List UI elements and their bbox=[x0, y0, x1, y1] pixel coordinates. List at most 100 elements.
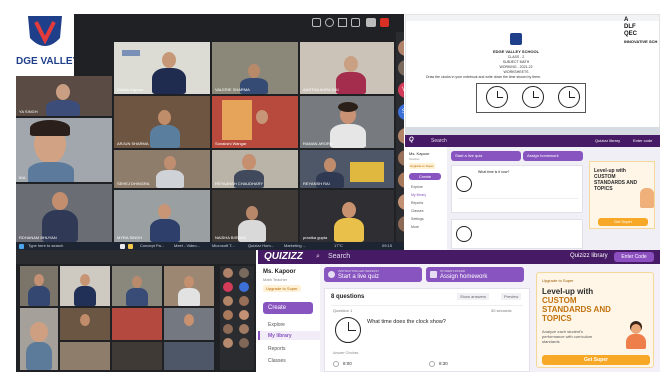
participant-thumb[interactable] bbox=[239, 338, 249, 348]
participant-tile[interactable] bbox=[60, 308, 110, 340]
participant-thumb[interactable] bbox=[223, 324, 233, 334]
participant-thumb[interactable] bbox=[398, 150, 404, 166]
taskbar-item[interactable]: Meet - Video... bbox=[174, 243, 200, 248]
participant-tile[interactable] bbox=[112, 266, 162, 306]
preview-button[interactable]: Preview bbox=[501, 293, 522, 300]
quizizz-logo[interactable]: QUIZIZZ bbox=[264, 251, 303, 262]
nav-explore[interactable]: Explore bbox=[268, 322, 285, 328]
info-icon[interactable] bbox=[325, 18, 334, 27]
participant-thumb[interactable] bbox=[239, 282, 249, 292]
participant-tile[interactable] bbox=[60, 342, 110, 370]
nav-classes[interactable]: Classes bbox=[268, 358, 286, 364]
search-input[interactable]: Search bbox=[431, 138, 447, 144]
participant-tile[interactable]: REYANSH RAI bbox=[300, 150, 394, 188]
participant-thumb[interactable] bbox=[223, 282, 233, 292]
participant-thumb[interactable] bbox=[398, 60, 404, 76]
nav-my-library[interactable]: My library bbox=[268, 333, 292, 339]
participant-tile[interactable]: YA SINGH bbox=[16, 76, 112, 116]
participant-tile[interactable]: REYAANSH CHAUDHARY bbox=[212, 150, 298, 188]
participant-tile[interactable]: MYRA SINGH bbox=[114, 190, 210, 242]
participant-tile[interactable]: pranika gupta bbox=[300, 190, 394, 242]
upgrade-kicker: Upgrade to Super bbox=[542, 278, 574, 283]
end-call-icon[interactable] bbox=[380, 18, 389, 27]
search-input[interactable]: Search bbox=[328, 253, 350, 260]
avatar[interactable]: SN bbox=[398, 104, 404, 120]
participant-tile[interactable]: SEHEJ DHINGRA bbox=[114, 150, 210, 188]
task-view-icon[interactable] bbox=[120, 244, 125, 249]
participant-thumb[interactable] bbox=[223, 338, 233, 348]
participant-tile[interactable] bbox=[60, 266, 110, 306]
upgrade-link[interactable]: Upgrade to Super bbox=[409, 163, 435, 169]
choice-radio[interactable] bbox=[333, 361, 339, 367]
layout-icon[interactable] bbox=[312, 18, 321, 27]
participant-thumb[interactable] bbox=[223, 310, 233, 320]
participant-tile[interactable]: RAMAN ARORA bbox=[300, 96, 394, 148]
choice-b[interactable]: 8:30 bbox=[439, 361, 448, 366]
participant-tile[interactable]: RDHANAM BHUYAN bbox=[16, 184, 112, 242]
participant-thumb[interactable] bbox=[398, 172, 404, 188]
participant-thumb[interactable] bbox=[239, 268, 249, 278]
get-super-button[interactable]: Get Super bbox=[598, 218, 648, 226]
quizizz-logo[interactable]: Q bbox=[409, 137, 414, 143]
participant-tile[interactable] bbox=[164, 308, 214, 340]
participant-thumb[interactable] bbox=[398, 194, 404, 210]
start-live-quiz-button[interactable]: Start a live quiz bbox=[451, 151, 521, 161]
start-icon[interactable] bbox=[19, 244, 24, 249]
library-link[interactable]: Quizizz library bbox=[595, 138, 620, 143]
participant-tile[interactable] bbox=[20, 266, 58, 306]
question-card[interactable] bbox=[451, 219, 583, 249]
question-card[interactable]: What time is it now? bbox=[451, 165, 583, 213]
show-answers-button[interactable]: Show answers bbox=[457, 293, 490, 300]
taskbar-item[interactable]: Concept Pa... bbox=[140, 243, 164, 248]
search-icon[interactable]: ⌕ bbox=[316, 253, 320, 261]
participant-thumb[interactable] bbox=[398, 128, 404, 144]
nav-reports[interactable]: Reports bbox=[268, 346, 286, 352]
participant-thumb[interactable] bbox=[398, 40, 404, 56]
camera-icon[interactable] bbox=[366, 18, 376, 27]
taskbar-item[interactable]: Quizizz Hom... bbox=[248, 243, 274, 248]
choice-radio[interactable] bbox=[429, 361, 435, 367]
nav-explore[interactable]: Explore bbox=[411, 185, 423, 189]
participant-thumb[interactable] bbox=[239, 310, 249, 320]
participant-thumb[interactable] bbox=[223, 296, 233, 306]
participant-tile[interactable]: Sonakshi Wangar bbox=[212, 96, 298, 148]
nav-reports[interactable]: Reports bbox=[411, 201, 423, 205]
participant-tile[interactable]: VALERIE SHARMA bbox=[212, 42, 298, 94]
participant-thumb[interactable] bbox=[223, 268, 233, 278]
file-explorer-icon[interactable] bbox=[128, 244, 133, 249]
upgrade-link[interactable]: Upgrade to Super bbox=[263, 285, 301, 292]
create-button[interactable]: Create bbox=[409, 173, 441, 180]
nav-more[interactable]: More bbox=[411, 225, 419, 229]
taskbar-search[interactable]: Type here to search bbox=[28, 243, 63, 248]
nav-classes[interactable]: Classes bbox=[411, 209, 423, 213]
create-button[interactable]: Create bbox=[263, 302, 313, 314]
taskbar-item[interactable]: Microsoft T... bbox=[212, 243, 235, 248]
enter-code-button[interactable]: Enter Code bbox=[614, 252, 654, 262]
participant-tile[interactable]: Diksha Kapoor bbox=[114, 42, 210, 94]
taskbar-item[interactable]: Marketing ... bbox=[284, 243, 306, 248]
participant-tile[interactable] bbox=[164, 342, 214, 370]
participant-tile[interactable] bbox=[164, 266, 214, 306]
participant-thumb[interactable] bbox=[398, 216, 404, 232]
assign-homework-button[interactable]: STUDENT-PACED Assign homework bbox=[426, 267, 524, 282]
nav-settings[interactable]: Settings bbox=[411, 217, 424, 221]
assign-homework-button[interactable]: Assign homework bbox=[523, 151, 583, 161]
library-link[interactable]: Quizizz library bbox=[570, 253, 608, 259]
participant-tile[interactable] bbox=[112, 342, 162, 370]
get-super-button[interactable]: Get Super bbox=[542, 355, 650, 365]
participant-thumb[interactable] bbox=[239, 296, 249, 306]
choice-a[interactable]: 8:00 bbox=[343, 361, 352, 366]
avatar[interactable]: VS bbox=[398, 82, 404, 98]
participant-tile[interactable] bbox=[112, 308, 162, 340]
participant-tile[interactable]: AASTHA AURA GAI bbox=[300, 42, 394, 94]
participant-tile[interactable]: ARJUN SHARMA bbox=[114, 96, 210, 148]
enter-code-button[interactable]: Enter code bbox=[633, 138, 652, 143]
participant-tile[interactable]: IKA bbox=[16, 118, 112, 182]
participant-thumb[interactable] bbox=[239, 324, 249, 334]
nav-my-library[interactable]: My library bbox=[411, 193, 426, 197]
chat-icon[interactable] bbox=[338, 18, 347, 27]
participant-tile[interactable]: NAISHA BISWAS bbox=[212, 190, 298, 242]
participant-tile[interactable] bbox=[20, 308, 58, 370]
start-live-quiz-button[interactable]: INSTRUCTOR-LED SESSION Start a live quiz bbox=[324, 267, 422, 282]
people-icon[interactable] bbox=[351, 18, 360, 27]
